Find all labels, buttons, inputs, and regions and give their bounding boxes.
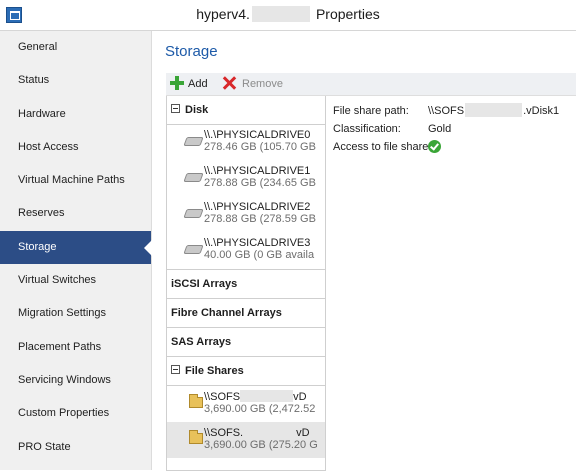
classification-label: Classification: xyxy=(333,123,401,135)
title-bar: hyperv4. Properties xyxy=(0,0,576,31)
share-size: 3,690.00 GB (2,472.52 xyxy=(204,403,316,415)
group-header-file-shares[interactable]: File Shares xyxy=(167,357,325,386)
share-name-prefix: \\SOFS. xyxy=(204,427,244,439)
nav-item-vm-paths[interactable]: Virtual Machine Paths xyxy=(0,164,151,197)
list-item-file-share[interactable]: \\SOFS vD 3,690.00 GB (2,472.52 xyxy=(167,386,325,422)
window-title: hyperv4. Properties xyxy=(0,6,576,22)
nav-item-label: Virtual Machine Paths xyxy=(18,174,125,187)
classification-value: Gold xyxy=(428,123,452,135)
nav-item-label: Storage xyxy=(18,240,57,253)
share-name-suffix: vD xyxy=(293,391,307,403)
nav-item-label: Host Access xyxy=(18,140,79,153)
title-prefix: hyperv4. xyxy=(196,6,250,22)
nav-item-label: Servicing Windows xyxy=(18,373,111,386)
group-header-fibre[interactable]: Fibre Channel Arrays xyxy=(167,299,325,328)
hard-drive-icon xyxy=(183,245,204,254)
nav-item-servicing-windows[interactable]: Servicing Windows xyxy=(0,364,151,397)
collapse-icon[interactable] xyxy=(171,104,180,113)
nav-item-general[interactable]: General xyxy=(0,31,151,64)
group-label: File Shares xyxy=(185,365,244,377)
list-item-drive[interactable]: \\.\PHYSICALDRIVE0 278.46 GB (105.70 GB xyxy=(167,125,325,161)
remove-button[interactable]: Remove xyxy=(222,73,283,95)
access-label: Access to file share: xyxy=(333,141,432,153)
nav-item-label: General xyxy=(18,41,58,53)
storage-tree: Disk \\.\PHYSICALDRIVE0 278.46 GB (105.7… xyxy=(166,96,326,471)
nav-item-label: Placement Paths xyxy=(18,340,102,353)
check-icon xyxy=(428,140,441,153)
drive-name: \\.\PHYSICALDRIVE1 xyxy=(204,165,311,177)
share-name: \\SOFS. vD xyxy=(204,422,325,439)
redacted-block xyxy=(465,103,523,117)
drive-size: 278.88 GB (234.65 GB xyxy=(204,177,316,189)
drive-name: \\.\PHYSICALDRIVE0 xyxy=(204,129,311,141)
group-header-disk[interactable]: Disk xyxy=(167,96,325,125)
list-item-file-share[interactable]: \\SOFS. vD 3,690.00 GB (275.20 G xyxy=(167,422,325,458)
nav-item-label: Status xyxy=(18,74,50,87)
list-item-drive[interactable]: \\.\PHYSICALDRIVE3 40.00 GB (0 GB availa xyxy=(167,233,325,269)
detail-row-path: File share path: \\SOFS .vDisk1 xyxy=(333,102,573,120)
list-item-drive[interactable]: \\.\PHYSICALDRIVE2 278.88 GB (278.59 GB xyxy=(167,197,325,233)
drive-name: \\.\PHYSICALDRIVE3 xyxy=(204,237,311,249)
detail-row-classification: Classification: Gold xyxy=(333,120,573,138)
remove-label: Remove xyxy=(242,78,283,90)
nav-item-label: Reserves xyxy=(18,207,65,220)
access-value xyxy=(428,138,441,156)
drive-size: 278.46 GB (105.70 GB xyxy=(204,141,316,153)
nav-item-storage[interactable]: Storage xyxy=(0,230,152,265)
group-label: iSCSI Arrays xyxy=(171,278,238,290)
nav-item-virtual-switches[interactable]: Virtual Switches xyxy=(0,264,151,297)
title-suffix: Properties xyxy=(315,6,380,22)
add-button[interactable]: Add xyxy=(170,73,208,95)
nav-item-custom-properties[interactable]: Custom Properties xyxy=(0,397,151,430)
folder-icon xyxy=(189,430,203,444)
sidebar-nav: General Status Hardware Host Access Virt… xyxy=(0,31,152,470)
group-label: SAS Arrays xyxy=(171,336,232,348)
drive-size: 40.00 GB (0 GB availa xyxy=(204,249,315,261)
list-item-drive[interactable]: \\.\PHYSICALDRIVE1 278.88 GB (234.65 GB xyxy=(167,161,325,197)
nav-item-status[interactable]: Status xyxy=(0,64,151,97)
details-panel: File share path: \\SOFS .vDisk1 Classific… xyxy=(333,102,573,156)
hard-drive-icon xyxy=(183,173,204,182)
main-panel: Storage Add Remove Disk \\.\PHYSICALDRIV… xyxy=(152,31,576,471)
redacted-block xyxy=(251,6,310,22)
group-label: Fibre Channel Arrays xyxy=(171,307,282,319)
path-label: File share path: xyxy=(333,105,409,117)
group-header-sas[interactable]: SAS Arrays xyxy=(167,328,325,357)
folder-icon xyxy=(189,394,203,408)
page-title: Storage xyxy=(165,43,218,60)
path-prefix: \\SOFS xyxy=(428,105,465,117)
nav-item-label: Custom Properties xyxy=(18,407,110,420)
nav-item-migration-settings[interactable]: Migration Settings xyxy=(0,297,151,330)
nav-item-reserves[interactable]: Reserves xyxy=(0,197,151,230)
share-name-prefix: \\SOFS xyxy=(204,391,241,403)
nav-item-placement-paths[interactable]: Placement Paths xyxy=(0,331,151,364)
storage-toolbar: Add Remove xyxy=(166,73,576,96)
plus-icon xyxy=(170,76,184,90)
hard-drive-icon xyxy=(183,209,204,218)
path-value: \\SOFS .vDisk1 xyxy=(428,102,559,120)
nav-item-label: Hardware xyxy=(18,107,66,120)
nav-item-hardware[interactable]: Hardware xyxy=(0,98,151,131)
share-name-suffix: vD xyxy=(296,427,310,439)
redacted-block xyxy=(243,426,297,438)
path-suffix: .vDisk1 xyxy=(523,105,560,117)
nav-item-label: PRO State xyxy=(18,440,71,453)
drive-name: \\.\PHYSICALDRIVE2 xyxy=(204,201,311,213)
hard-drive-icon xyxy=(183,137,204,146)
group-header-iscsi[interactable]: iSCSI Arrays xyxy=(167,269,325,299)
nav-item-label: Migration Settings xyxy=(18,307,107,320)
share-name: \\SOFS vD xyxy=(204,386,325,403)
remove-x-icon xyxy=(222,76,236,90)
collapse-icon[interactable] xyxy=(171,365,180,374)
nav-item-host-access[interactable]: Host Access xyxy=(0,131,151,164)
nav-item-pro-state[interactable]: PRO State xyxy=(0,431,151,464)
add-label: Add xyxy=(188,78,208,90)
redacted-block xyxy=(240,390,294,402)
group-label: Disk xyxy=(185,104,209,116)
share-size: 3,690.00 GB (275.20 G xyxy=(204,439,318,451)
detail-row-access: Access to file share: xyxy=(333,138,573,156)
drive-size: 278.88 GB (278.59 GB xyxy=(204,213,316,225)
nav-item-label: Virtual Switches xyxy=(18,274,97,287)
